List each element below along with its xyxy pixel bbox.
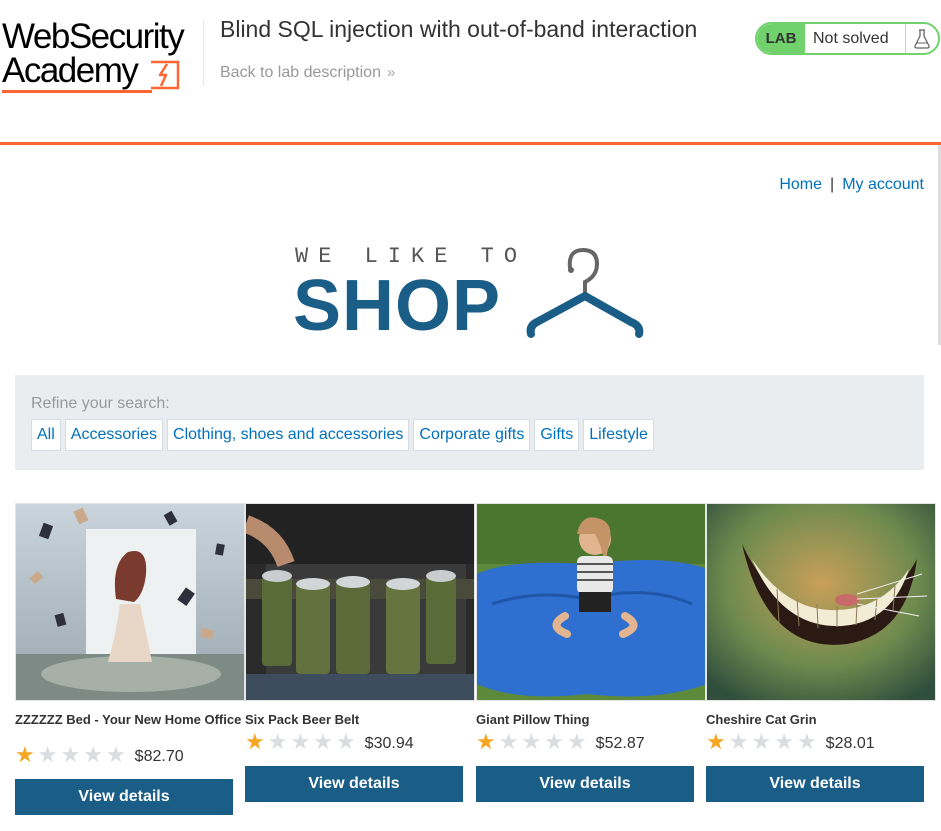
websecurity-academy-logo[interactable]: WebSecurity Academy: [2, 17, 202, 95]
product-price: $30.94: [364, 735, 414, 752]
logo-text-line1: WebSecurity: [2, 17, 185, 56]
star-icon: ★: [774, 729, 794, 754]
star-icon: ★: [245, 729, 265, 754]
filter-all[interactable]: All: [31, 419, 61, 451]
filter-lifestyle[interactable]: Lifestyle: [583, 419, 654, 451]
filter-accessories[interactable]: Accessories: [64, 419, 164, 451]
lab-status-widget: LAB Not solved: [755, 22, 940, 55]
star-icon: ★: [335, 729, 356, 754]
hanger-icon: [526, 247, 644, 338]
view-details-button[interactable]: View details: [476, 766, 694, 802]
academy-header: WebSecurity Academy Blind SQL injection …: [0, 0, 941, 145]
double-chevron-right-icon: »: [386, 64, 396, 81]
filter-clothing[interactable]: Clothing, shoes and accessories: [167, 419, 410, 451]
view-details-button[interactable]: View details: [706, 766, 924, 802]
nav-separator: |: [830, 176, 835, 193]
lab-status-text: Not solved: [813, 29, 889, 47]
search-filters: Refine your search: All Accessories Clot…: [15, 375, 924, 470]
product-card: Six Pack Beer Belt ★ ★ ★ ★ ★ $30.94 View…: [245, 503, 475, 802]
product-rating: ★ ★ ★ ★ ★ $28.01: [706, 730, 936, 754]
star-icon: ★: [290, 729, 311, 754]
logo-underline: [2, 90, 152, 93]
star-icon: ★: [83, 742, 103, 767]
back-to-lab-description-link[interactable]: Back to lab description »: [220, 64, 395, 82]
back-link-label: Back to lab description: [220, 64, 381, 81]
shop-logo: WE LIKE TO SHOP: [293, 244, 653, 344]
star-icon: ★: [498, 729, 519, 754]
product-card: Cheshire Cat Grin ★ ★ ★ ★ ★ $28.01 View …: [706, 503, 936, 802]
filter-corporate-gifts[interactable]: Corporate gifts: [413, 419, 531, 451]
my-account-link[interactable]: My account: [842, 176, 924, 193]
star-icon: ★: [521, 729, 542, 754]
product-rating: ★ ★ ★ ★ ★ $82.70: [15, 743, 245, 767]
lab-title: Blind SQL injection with out-of-band int…: [220, 16, 698, 42]
star-icon: ★: [313, 729, 333, 754]
product-name: Six Pack Beer Belt: [245, 712, 360, 727]
shop-logo-word: SHOP: [293, 266, 502, 346]
product-image: [476, 503, 706, 701]
view-details-button[interactable]: View details: [15, 779, 233, 815]
product-image: [15, 503, 245, 701]
filters-label: Refine your search:: [31, 395, 170, 412]
product-image: [245, 503, 475, 701]
filter-gifts[interactable]: Gifts: [534, 419, 580, 451]
star-icon: ★: [60, 742, 81, 767]
star-icon: ★: [796, 729, 817, 754]
star-icon: ★: [476, 729, 496, 754]
star-icon: ★: [37, 742, 58, 767]
product-image: [706, 503, 936, 701]
star-icon: ★: [105, 742, 126, 767]
product-card: Giant Pillow Thing ★ ★ ★ ★ ★ $52.87 View…: [476, 503, 706, 802]
product-rating: ★ ★ ★ ★ ★ $30.94: [245, 730, 475, 754]
product-name: Giant Pillow Thing: [476, 712, 590, 727]
filter-list: All Accessories Clothing, shoes and acce…: [31, 419, 654, 451]
star-icon: ★: [706, 729, 726, 754]
lightning-bolt-icon: [151, 60, 180, 90]
star-icon: ★: [15, 742, 35, 767]
star-icon: ★: [267, 729, 288, 754]
lab-badge: LAB: [757, 24, 805, 53]
product-name: Cheshire Cat Grin: [706, 712, 817, 727]
product-price: $28.01: [825, 735, 875, 752]
star-icon: ★: [544, 729, 564, 754]
product-name: ZZZZZZ Bed - Your New Home Office: [15, 712, 242, 727]
header-divider: [203, 20, 204, 86]
star-icon: ★: [751, 729, 772, 754]
product-card: ZZZZZZ Bed - Your New Home Office ★ ★ ★ …: [15, 503, 245, 815]
product-rating: ★ ★ ★ ★ ★ $52.87: [476, 730, 706, 754]
flask-icon: [905, 24, 938, 53]
view-details-button[interactable]: View details: [245, 766, 463, 802]
star-icon: ★: [566, 729, 587, 754]
product-price: $52.87: [595, 735, 645, 752]
star-icon: ★: [728, 729, 749, 754]
home-link[interactable]: Home: [779, 176, 822, 193]
top-navigation: Home | My account: [779, 176, 924, 194]
product-price: $82.70: [134, 748, 184, 765]
